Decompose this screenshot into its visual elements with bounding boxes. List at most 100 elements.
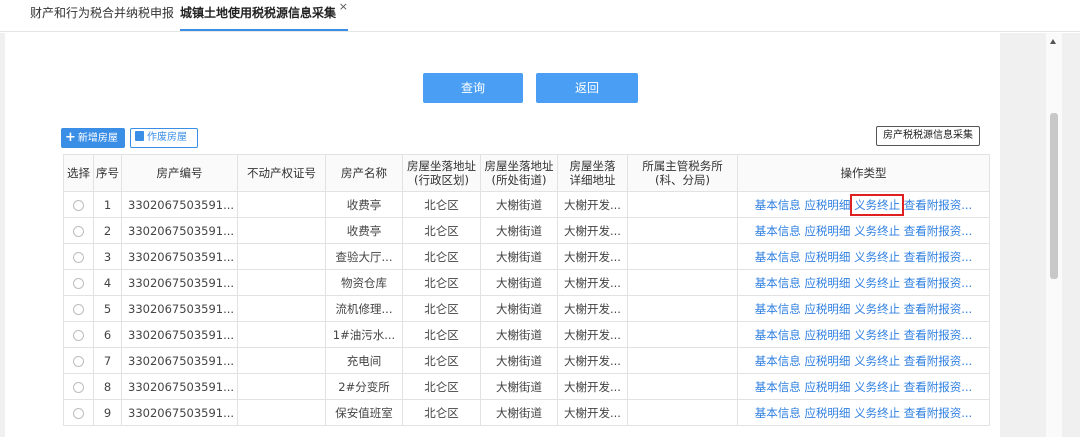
table-row[interactable]: 8 3302067503591... 2#分变所 北仑区 大榭街道 大榭开发... 基本信息… [63,373,990,400]
district: 北仑区 [402,269,481,296]
tab-property-behavior-tax[interactable]: 财产和行为税合并纳税申报 [30,0,174,32]
vertical-scrollbar[interactable] [1046,33,1062,437]
district: 北仑区 [402,399,481,426]
close-icon[interactable]: × [339,0,348,20]
row-radio[interactable] [73,303,84,315]
property-id: 3302067503591... [121,243,238,270]
select-cell [63,399,94,426]
terminate-obligation-link[interactable]: 义务终止 [850,193,905,216]
view-attachments-link[interactable]: 查看附报资... [904,276,972,290]
terminate-obligation-link[interactable]: 义务终止 [854,250,900,264]
property-id: 3302067503591... [121,191,238,218]
terminate-obligation-link[interactable]: 义务终止 [854,276,900,290]
column-header: 房屋坐落地址 (行政区划) [402,154,481,192]
view-attachments-link[interactable]: 查看附报资... [904,328,972,342]
row-radio[interactable] [73,355,84,367]
terminate-obligation-link[interactable]: 义务终止 [854,302,900,316]
terminate-obligation-link[interactable]: 义务终止 [854,328,900,342]
row-number: 6 [93,321,122,348]
certificate-number [237,243,326,270]
property-name: 物资仓库 [325,269,403,296]
street: 大榭街道 [480,295,558,322]
basic-info-link[interactable]: 基本信息 [755,250,801,264]
street: 大榭街道 [480,217,558,244]
property-id: 3302067503591... [121,295,238,322]
basic-info-link[interactable]: 基本信息 [755,302,801,316]
basic-info-link[interactable]: 基本信息 [755,198,801,212]
property-name: 查验大厅... [325,243,403,270]
detail-address: 大榭开发... [557,269,628,296]
basic-info-link[interactable]: 基本信息 [755,224,801,238]
terminate-obligation-link[interactable]: 义务终止 [854,406,900,420]
actions-cell: 基本信息 应税明细 义务终止 查看附报资... [737,217,990,244]
basic-info-link[interactable]: 基本信息 [755,276,801,290]
view-attachments-link[interactable]: 查看附报资... [904,250,972,264]
table-row[interactable]: 9 3302067503591... 保安值班室 北仑区 大榭街道 大榭开发... 基本信息… [63,399,990,426]
table-row[interactable]: 2 3302067503591... 收费亭 北仑区 大榭街道 大榭开发... 基本信息 应… [63,217,990,244]
table-row[interactable]: 3 3302067503591... 查验大厅... 北仑区 大榭街道 大榭开发... 基本… [63,243,990,270]
row-radio[interactable] [73,277,84,289]
taxable-detail-link[interactable]: 应税明细 [804,328,850,342]
select-cell [63,269,94,296]
view-attachments-link[interactable]: 查看附报资... [904,406,972,420]
table-row[interactable]: 5 3302067503591... 流机修理... 北仑区 大榭街道 大榭开发... 基本… [63,295,990,322]
back-button[interactable]: 返回 [536,73,638,103]
taxable-detail-link[interactable]: 应税明细 [804,406,850,420]
taxable-detail-link[interactable]: 应税明细 [804,354,850,368]
tax-office [627,217,738,244]
detail-address: 大榭开发... [557,373,628,400]
property-tax-collect-button[interactable]: 房产税税源信息采集 [876,126,980,146]
row-radio[interactable] [73,407,84,419]
row-radio[interactable] [73,225,84,237]
taxable-detail-link[interactable]: 应税明细 [804,224,850,238]
add-house-label: 新增房屋 [77,133,118,144]
property-id: 3302067503591... [121,269,238,296]
query-button[interactable]: 查询 [423,73,523,103]
void-house-button[interactable]: 作废房屋 [130,128,198,148]
actions-cell: 基本信息 应税明细 义务终止 查看附报资... [737,321,990,348]
terminate-obligation-link[interactable]: 义务终止 [854,354,900,368]
view-attachments-link[interactable]: 查看附报资... [904,302,972,316]
taxable-detail-link[interactable]: 应税明细 [804,380,850,394]
view-attachments-link[interactable]: 查看附报资... [904,198,972,212]
scroll-thumb[interactable] [1050,113,1058,279]
basic-info-link[interactable]: 基本信息 [755,406,801,420]
row-radio[interactable] [73,199,84,211]
property-name: 2#分变所 [325,373,403,400]
district: 北仑区 [402,191,481,218]
scroll-up-icon[interactable] [1050,39,1056,44]
tab-land-use-tax-collection[interactable]: 城镇土地使用税税源信息采集 × [180,0,349,31]
select-cell [63,321,94,348]
basic-info-link[interactable]: 基本信息 [755,354,801,368]
detail-address: 大榭开发... [557,399,628,426]
view-attachments-link[interactable]: 查看附报资... [904,354,972,368]
tax-office [627,191,738,218]
property-name: 流机修理... [325,295,403,322]
actions-cell: 基本信息 应税明细 义务终止 查看附报资... [737,243,990,270]
table-row[interactable]: 1 3302067503591... 收费亭 北仑区 大榭街道 大榭开发... 基本信息 应… [63,191,990,218]
tax-office [627,399,738,426]
property-id: 3302067503591... [121,399,238,426]
add-house-button[interactable]: + 新增房屋 [61,128,125,148]
view-attachments-link[interactable]: 查看附报资... [904,224,972,238]
property-id: 3302067503591... [121,373,238,400]
tax-office [627,295,738,322]
taxable-detail-link[interactable]: 应税明细 [804,276,850,290]
taxable-detail-link[interactable]: 应税明细 [804,250,850,264]
taxable-detail-link[interactable]: 应税明细 [804,302,850,316]
row-radio[interactable] [73,251,84,263]
terminate-obligation-link[interactable]: 义务终止 [854,224,900,238]
table-row[interactable]: 6 3302067503591... 1#油污水... 北仑区 大榭街道 大榭开发... 基… [63,321,990,348]
basic-info-link[interactable]: 基本信息 [755,380,801,394]
basic-info-link[interactable]: 基本信息 [755,328,801,342]
row-radio[interactable] [73,329,84,341]
view-attachments-link[interactable]: 查看附报资... [904,380,972,394]
row-radio[interactable] [73,381,84,393]
certificate-number [237,269,326,296]
table-row[interactable]: 4 3302067503591... 物资仓库 北仑区 大榭街道 大榭开发... 基本信息 … [63,269,990,296]
taxable-detail-link[interactable]: 应税明细 [804,198,850,212]
column-header: 房产名称 [325,154,403,192]
table-row[interactable]: 7 3302067503591... 充电间 北仑区 大榭街道 大榭开发... 基本信息 应… [63,347,990,374]
tab-bar: 财产和行为税合并纳税申报 城镇土地使用税税源信息采集 × [0,0,1080,32]
terminate-obligation-link[interactable]: 义务终止 [854,380,900,394]
